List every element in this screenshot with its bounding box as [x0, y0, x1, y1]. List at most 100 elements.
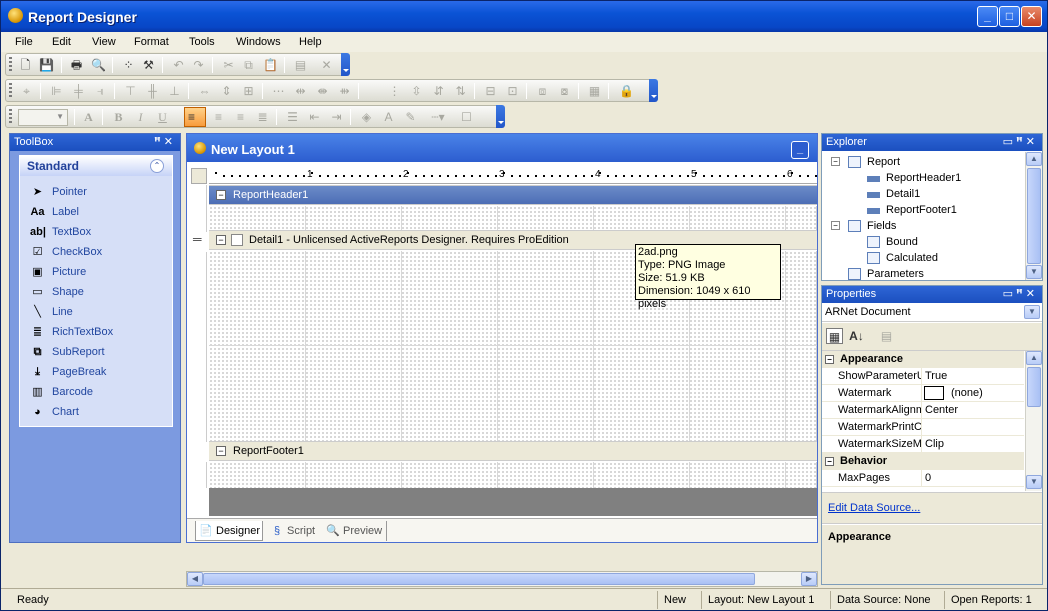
toolbox-item-shape[interactable]: ▭ Shape — [30, 283, 165, 301]
line-style-icon[interactable]: ┄▾ — [424, 109, 452, 125]
edit-data-source-link[interactable]: Edit Data Source... — [828, 502, 920, 514]
scroll-right-button[interactable]: ▶ — [801, 572, 817, 586]
explorer-vertical-scrollbar[interactable]: ▲ ▼ — [1025, 152, 1042, 280]
toolbox-item-line[interactable]: ╲ Line — [30, 303, 165, 321]
maximize-button[interactable]: □ — [999, 6, 1020, 27]
underline-icon[interactable]: U — [154, 109, 171, 125]
ruler-corner[interactable] — [191, 168, 207, 184]
menu-view[interactable]: View — [86, 34, 122, 50]
property-row[interactable]: Watermark (none) — [822, 385, 1024, 402]
send-to-back-icon[interactable]: ⧇ — [556, 83, 573, 99]
band-report-header[interactable]: − ReportHeader1 — [209, 185, 817, 205]
toolbar-overflow-button[interactable] — [649, 79, 658, 102]
font-color-a-icon[interactable]: A — [80, 109, 97, 125]
field-list-icon[interactable]: ⚒ — [140, 57, 157, 73]
text-color-icon[interactable]: A — [380, 109, 397, 125]
tree-node-fields[interactable]: − Fields — [822, 218, 1022, 234]
collapse-box-icon[interactable]: − — [825, 355, 834, 364]
tab-script[interactable]: § Script — [267, 521, 319, 541]
toolbox-item-label[interactable]: Aa Label — [30, 203, 165, 221]
property-value[interactable]: Clip — [925, 436, 944, 452]
save-icon[interactable]: 💾 — [38, 57, 55, 73]
tab-designer[interactable]: 📄 Designer — [195, 521, 263, 541]
collapse-chevron-icon[interactable]: ⌃ — [150, 159, 164, 173]
toolbar-overflow-button[interactable] — [496, 105, 505, 128]
scrollbar-thumb[interactable] — [203, 573, 755, 585]
band-report-footer[interactable]: − ReportFooter1 — [209, 441, 817, 461]
tree-node-field[interactable]: Bound — [822, 234, 1022, 250]
remove-v-spacing-icon[interactable]: ⇅ — [452, 83, 469, 99]
collapse-box-icon[interactable]: − — [216, 446, 226, 456]
toolbox-item-pointer[interactable]: ➤ Pointer — [30, 183, 165, 201]
scroll-down-button[interactable]: ▼ — [1026, 475, 1042, 489]
scroll-up-button[interactable]: ▲ — [1026, 351, 1042, 365]
report-footer-section[interactable] — [209, 462, 817, 488]
align-right-icon[interactable]: ⫣ — [92, 83, 109, 99]
vertical-spacing-icon[interactable]: ⋮ — [386, 83, 403, 99]
paste-icon[interactable]: 📋 — [262, 57, 279, 73]
close-button[interactable]: ✕ — [1021, 6, 1042, 27]
toolbox-item-checkbox[interactable]: ☑ CheckBox — [30, 243, 165, 261]
property-value[interactable]: True — [925, 368, 947, 384]
lock-icon[interactable]: 🔒 — [618, 83, 635, 99]
menu-edit[interactable]: Edit — [46, 34, 77, 50]
print-icon[interactable]: 🖶 — [68, 57, 85, 73]
pin-icon[interactable]: ꟸ — [154, 136, 164, 148]
property-row[interactable]: ShowParameterU True — [822, 368, 1024, 385]
close-icon[interactable]: ✕ — [164, 136, 176, 148]
collapse-box-icon[interactable]: − — [831, 221, 840, 230]
decrease-h-spacing-icon[interactable]: ⇼ — [314, 83, 331, 99]
toolbox-item-richtextbox[interactable]: ≣ RichTextBox — [30, 323, 165, 341]
menu-help[interactable]: Help — [293, 34, 328, 50]
toolbox-item-subreport[interactable]: ⧉ SubReport — [30, 343, 165, 361]
cut-icon[interactable]: ✂ — [220, 57, 237, 73]
center-vertically-icon[interactable]: ⊡ — [504, 83, 521, 99]
pin-icon[interactable]: ꟸ — [1016, 136, 1026, 148]
delete-icon[interactable]: ✕ — [318, 57, 335, 73]
horizontal-scrollbar[interactable]: ◀ ▶ — [186, 571, 818, 587]
undo-icon[interactable]: ↶ — [170, 57, 187, 73]
object-selector[interactable]: ARNet Document ▼ — [822, 304, 1042, 322]
redo-icon[interactable]: ↷ — [190, 57, 207, 73]
property-value[interactable]: 0 — [925, 470, 931, 486]
increase-v-spacing-icon[interactable]: ⇳ — [408, 83, 425, 99]
property-row[interactable]: WatermarkSizeM Clip — [822, 436, 1024, 453]
minimize-button[interactable]: _ — [977, 6, 998, 27]
toolbar-overflow-button[interactable] — [341, 53, 350, 76]
center-horizontally-icon[interactable]: ⊟ — [482, 83, 499, 99]
align-center-icon[interactable]: ╪ — [70, 83, 87, 99]
tree-node-parameters[interactable]: Parameters — [822, 266, 1022, 282]
same-width-icon[interactable]: ⇔ — [196, 83, 213, 99]
property-value[interactable]: Center — [925, 402, 958, 418]
document-title-bar[interactable]: New Layout 1 _ — [187, 134, 817, 162]
category-appearance[interactable]: − Appearance — [822, 351, 1024, 368]
decrease-v-spacing-icon[interactable]: ⇵ — [430, 83, 447, 99]
border-icon[interactable]: ☐ — [458, 109, 475, 125]
sort-alphabetical-icon[interactable]: A↓ — [848, 328, 865, 344]
collapse-box-icon[interactable]: − — [831, 157, 840, 166]
bold-icon[interactable]: B — [110, 109, 127, 125]
menu-tools[interactable]: Tools — [183, 34, 221, 50]
menu-windows[interactable]: Windows — [230, 34, 287, 50]
increase-h-spacing-icon[interactable]: ⇹ — [292, 83, 309, 99]
property-pages-icon[interactable]: ▤ — [878, 328, 895, 344]
document-minimize-button[interactable]: _ — [791, 141, 809, 159]
tree-node-section[interactable]: Detail1 — [822, 186, 1022, 202]
scroll-down-button[interactable]: ▼ — [1026, 265, 1042, 279]
properties-vertical-scrollbar[interactable]: ▲ ▼ — [1025, 351, 1042, 491]
dock-icon[interactable]: ▭ — [1003, 288, 1016, 300]
scroll-up-button[interactable]: ▲ — [1026, 152, 1042, 166]
category-behavior[interactable]: − Behavior — [822, 453, 1024, 470]
horizontal-spacing-icon[interactable]: ⋯ — [270, 83, 287, 99]
toolbox-item-barcode[interactable]: ▥ Barcode — [30, 383, 165, 401]
toolbox-item-textbox[interactable]: ab| TextBox — [30, 223, 165, 241]
align-text-left-button[interactable]: ≡ — [184, 107, 206, 127]
toolbar-grip[interactable] — [9, 57, 12, 72]
italic-icon[interactable]: I — [132, 109, 149, 125]
close-icon[interactable]: ✕ — [1026, 136, 1038, 148]
band-resize-handle[interactable]: ═ — [193, 232, 207, 246]
horizontal-ruler[interactable]: 1 2 3 4 5 6 — [209, 168, 817, 184]
fill-color-icon[interactable]: ◈ — [358, 109, 375, 125]
app-icon[interactable] — [8, 8, 23, 23]
new-icon[interactable]: 🗋 — [17, 57, 34, 73]
